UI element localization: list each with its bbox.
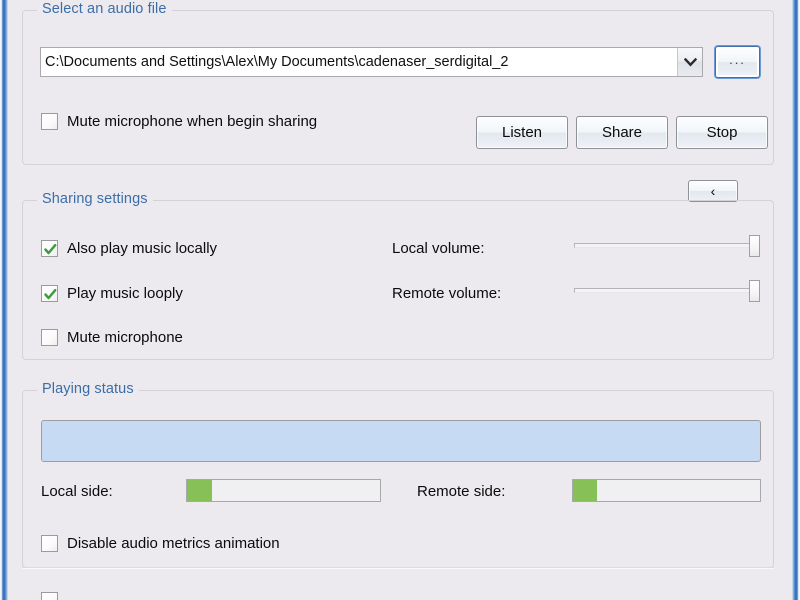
collapse-panel-button[interactable]: ‹ bbox=[688, 180, 738, 202]
window-border-right bbox=[792, 0, 800, 600]
stop-button-label: Stop bbox=[706, 124, 738, 141]
checkbox-label: Mute microphone when begin sharing bbox=[67, 113, 318, 130]
slider-track[interactable] bbox=[574, 243, 760, 248]
checkbox-label: Mute microphone bbox=[67, 329, 183, 346]
checkbox-box-checked[interactable] bbox=[41, 285, 58, 302]
remote-volume-slider[interactable] bbox=[574, 280, 760, 302]
local-volume-label: Local volume: bbox=[392, 240, 485, 257]
checkbox-label: Also play music locally bbox=[67, 240, 218, 257]
share-button[interactable]: Share bbox=[576, 116, 668, 149]
slider-track[interactable] bbox=[574, 288, 760, 293]
checkbox-mute-microphone-when-begin-sharing[interactable]: Mute microphone when begin sharing bbox=[41, 113, 317, 130]
playing-status-display bbox=[41, 420, 761, 462]
slider-thumb[interactable] bbox=[749, 280, 760, 302]
ellipsis-icon: ... bbox=[729, 52, 746, 67]
checkbox-play-music-looply[interactable]: Play music looply bbox=[41, 285, 183, 302]
checkbox-mute-microphone[interactable]: Mute microphone bbox=[41, 329, 183, 346]
remote-side-audio-meter bbox=[572, 479, 761, 502]
checkbox-box-clipped[interactable] bbox=[41, 592, 58, 600]
group-sharing-settings-title: Sharing settings bbox=[37, 191, 153, 207]
checkbox-box-checked[interactable] bbox=[41, 240, 58, 257]
dialog-client-area: Select an audio file C:\Documents and Se… bbox=[8, 0, 792, 600]
remote-side-label: Remote side: bbox=[417, 483, 506, 500]
share-button-label: Share bbox=[601, 124, 643, 141]
audio-sharing-window: Select an audio file C:\Documents and Se… bbox=[0, 0, 800, 600]
audio-file-combobox[interactable]: C:\Documents and Settings\Alex\My Docume… bbox=[40, 47, 703, 77]
group-bottom-divider-highlight bbox=[22, 568, 774, 569]
checkbox-label: Disable audio metrics animation bbox=[67, 535, 280, 552]
checkbox-box-unchecked[interactable] bbox=[41, 535, 58, 552]
chevron-left-icon: ‹ bbox=[710, 183, 716, 199]
browse-file-button[interactable]: ... bbox=[715, 46, 760, 78]
group-playing-status-title: Playing status bbox=[37, 381, 139, 397]
slider-thumb[interactable] bbox=[749, 235, 760, 257]
playing-status-text bbox=[42, 421, 760, 441]
audio-file-path-text[interactable]: C:\Documents and Settings\Alex\My Docume… bbox=[41, 48, 677, 76]
local-side-meter-fill bbox=[187, 480, 213, 501]
stop-button[interactable]: Stop bbox=[676, 116, 768, 149]
group-select-audio-file-title: Select an audio file bbox=[37, 1, 172, 17]
local-side-audio-meter bbox=[186, 479, 381, 502]
listen-button-label: Listen bbox=[501, 124, 543, 141]
local-volume-slider[interactable] bbox=[574, 235, 760, 257]
checkbox-label: Play music looply bbox=[67, 285, 183, 302]
checkbox-disable-audio-metrics-animation[interactable]: Disable audio metrics animation bbox=[41, 535, 280, 552]
listen-button[interactable]: Listen bbox=[476, 116, 568, 149]
window-border-left bbox=[0, 0, 8, 600]
chevron-down-icon[interactable] bbox=[677, 48, 702, 76]
checkbox-box-unchecked[interactable] bbox=[41, 113, 58, 130]
checkbox-also-play-music-locally[interactable]: Also play music locally bbox=[41, 240, 217, 257]
checkbox-box-unchecked[interactable] bbox=[41, 329, 58, 346]
local-side-label: Local side: bbox=[41, 483, 113, 500]
remote-side-meter-fill bbox=[573, 480, 598, 501]
remote-volume-label: Remote volume: bbox=[392, 285, 502, 302]
